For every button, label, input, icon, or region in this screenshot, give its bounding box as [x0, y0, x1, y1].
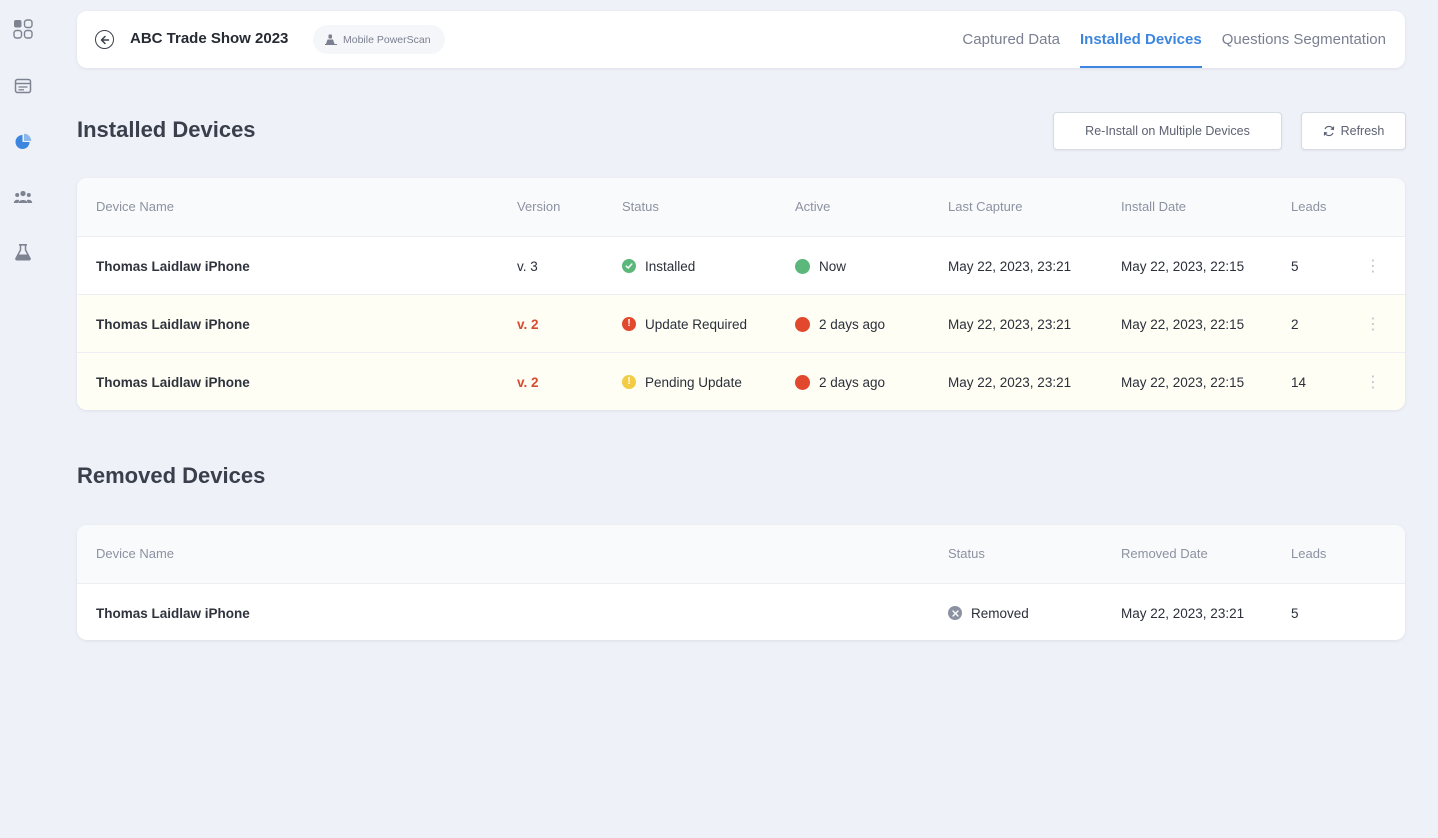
back-button[interactable] — [95, 30, 114, 49]
leads-count: 5 — [1291, 605, 1299, 621]
column-status: Status — [622, 199, 659, 214]
column-install-date: Install Date — [1121, 199, 1187, 214]
row-menu-icon[interactable]: ⋮ — [1365, 237, 1381, 295]
flask-icon[interactable] — [13, 242, 33, 262]
alert-circle-icon: ! — [622, 317, 636, 331]
offline-dot-icon — [795, 316, 810, 332]
tab-questions-segmentation[interactable]: Questions Segmentation — [1222, 11, 1386, 68]
device-name: Thomas Laidlaw iPhone — [96, 374, 250, 390]
refresh-button[interactable]: Refresh — [1301, 112, 1406, 150]
removed-devices-table: Device Name Status Removed Date Leads Th… — [77, 525, 1405, 640]
table-row[interactable]: Thomas Laidlaw iPhone v. 2 ! Pending Upd… — [77, 352, 1405, 410]
scanner-icon — [325, 34, 337, 45]
sidebar — [0, 0, 64, 838]
table-row[interactable]: Thomas Laidlaw iPhone v. 2 ! Update Requ… — [77, 294, 1405, 352]
install-date: May 22, 2023, 22:15 — [1121, 316, 1245, 332]
online-dot-icon — [795, 258, 810, 274]
active-label: 2 days ago — [819, 374, 886, 390]
column-device-name: Device Name — [96, 199, 175, 214]
arrow-left-icon — [100, 35, 109, 44]
column-active: Active — [795, 199, 831, 214]
refresh-icon — [1323, 125, 1334, 137]
removed-date: May 22, 2023, 23:21 — [1121, 605, 1245, 621]
installed-devices-title: Installed Devices — [77, 117, 256, 142]
device-status: ! Update Required — [622, 295, 747, 353]
removed-devices-title: Removed Devices — [77, 463, 266, 488]
table-header: Device Name Version Status Active Last C… — [77, 178, 1405, 236]
column-last-capture: Last Capture — [948, 199, 1023, 214]
product-badge-label: Mobile PowerScan — [343, 33, 431, 46]
leads-count: 14 — [1291, 374, 1307, 390]
tab-bar: Captured Data Installed Devices Question… — [962, 11, 1386, 68]
row-menu-icon[interactable]: ⋮ — [1365, 295, 1381, 353]
column-version: Version — [517, 199, 561, 214]
offline-dot-icon — [795, 374, 810, 390]
status-label: Pending Update — [645, 374, 742, 390]
table-header: Device Name Status Removed Date Leads — [77, 525, 1405, 583]
install-date: May 22, 2023, 22:15 — [1121, 374, 1245, 390]
pending-circle-icon: ! — [622, 375, 636, 389]
apps-grid-icon[interactable] — [13, 19, 33, 39]
leads-count: 2 — [1291, 316, 1299, 332]
column-leads: Leads — [1291, 199, 1327, 214]
column-removed-date: Removed Date — [1121, 546, 1208, 561]
active-label: Now — [819, 258, 847, 274]
reinstall-multiple-button[interactable]: Re-Install on Multiple Devices — [1053, 112, 1282, 150]
device-active: Now — [795, 237, 846, 295]
install-date: May 22, 2023, 22:15 — [1121, 258, 1245, 274]
device-name: Thomas Laidlaw iPhone — [96, 258, 250, 274]
device-name: Thomas Laidlaw iPhone — [96, 605, 250, 621]
refresh-label: Refresh — [1340, 124, 1385, 138]
last-capture: May 22, 2023, 23:21 — [948, 374, 1072, 390]
device-active: 2 days ago — [795, 353, 885, 410]
active-label: 2 days ago — [819, 316, 886, 332]
top-bar: ABC Trade Show 2023 Mobile PowerScan Cap… — [77, 11, 1405, 68]
status-label: Update Required — [645, 316, 748, 332]
device-version: v. 3 — [517, 258, 538, 274]
device-name: Thomas Laidlaw iPhone — [96, 316, 250, 332]
calendar-card-icon[interactable] — [13, 76, 33, 96]
device-version: v. 2 — [517, 374, 539, 390]
device-status: Installed — [622, 237, 695, 295]
installed-devices-table: Device Name Version Status Active Last C… — [77, 178, 1405, 410]
reinstall-multiple-label: Re-Install on Multiple Devices — [1085, 124, 1250, 138]
row-menu-icon[interactable]: ⋮ — [1365, 353, 1381, 410]
table-row[interactable]: Thomas Laidlaw iPhone Removed May 22, 20… — [77, 583, 1405, 640]
page-title: ABC Trade Show 2023 — [130, 30, 289, 47]
check-circle-icon — [622, 259, 636, 273]
users-group-icon[interactable] — [13, 187, 33, 207]
product-badge: Mobile PowerScan — [313, 25, 445, 54]
status-label: Installed — [645, 258, 696, 274]
status-label: Removed — [971, 605, 1029, 621]
tab-installed-devices[interactable]: Installed Devices — [1079, 11, 1202, 68]
last-capture: May 22, 2023, 23:21 — [948, 258, 1072, 274]
last-capture: May 22, 2023, 23:21 — [948, 316, 1072, 332]
leads-count: 5 — [1291, 258, 1299, 274]
tab-captured-data[interactable]: Captured Data — [962, 11, 1060, 68]
table-row[interactable]: Thomas Laidlaw iPhone v. 3 Installed Now… — [77, 236, 1405, 294]
x-circle-icon — [948, 606, 962, 620]
pie-chart-icon[interactable] — [13, 132, 33, 152]
column-leads: Leads — [1291, 546, 1327, 561]
device-active: 2 days ago — [795, 295, 885, 353]
device-version: v. 2 — [517, 316, 539, 332]
device-status: Removed — [948, 584, 1029, 640]
device-status: ! Pending Update — [622, 353, 742, 410]
column-device-name: Device Name — [96, 546, 175, 561]
column-status: Status — [948, 546, 985, 561]
